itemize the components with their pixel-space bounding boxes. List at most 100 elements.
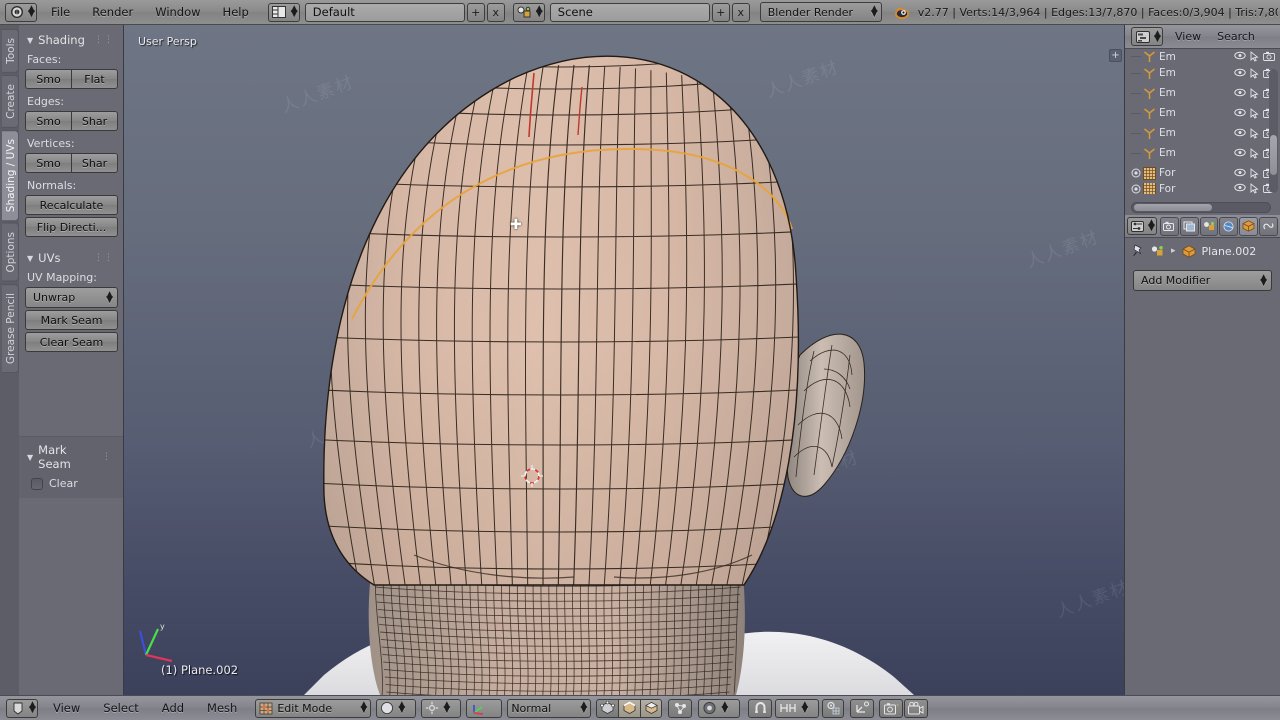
restriction-toggles[interactable] bbox=[1234, 51, 1280, 62]
list-item[interactable]: Em bbox=[1125, 143, 1280, 163]
panel-header-mark-seam[interactable]: ▼ Mark Seam ⋮ bbox=[27, 443, 116, 471]
view3d-editor-type-button[interactable]: ▲ ▼ bbox=[6, 698, 38, 718]
blender-logo-spinner[interactable]: ▲ ▼ bbox=[27, 2, 37, 22]
outliner-menu-search[interactable]: Search bbox=[1210, 28, 1262, 45]
panel-header-shading[interactable]: ▼ Shading ⋮⋮ bbox=[27, 33, 118, 47]
edge-sharp-button[interactable]: Shar bbox=[71, 111, 118, 131]
recalculate-normals-button[interactable]: Recalculate bbox=[25, 195, 118, 215]
pin-icon[interactable] bbox=[1131, 244, 1145, 258]
list-item[interactable]: Em bbox=[1125, 83, 1280, 103]
render-animation-button[interactable] bbox=[904, 698, 929, 718]
properties-tab-constraints[interactable] bbox=[1259, 216, 1278, 236]
cursor-arrow-icon[interactable] bbox=[1250, 67, 1259, 79]
tab-options[interactable]: Options bbox=[2, 222, 19, 282]
eye-icon[interactable] bbox=[1234, 68, 1246, 79]
cursor-arrow-icon[interactable] bbox=[1250, 147, 1259, 159]
menu-help[interactable]: Help bbox=[212, 3, 260, 21]
tab-grease-pencil[interactable]: Grease Pencil bbox=[2, 283, 19, 373]
blender-logo-menu[interactable]: i ▲ ▼ bbox=[5, 2, 37, 22]
add-modifier-dropdown[interactable]: Add Modifier ▲ ▼ bbox=[1133, 270, 1272, 291]
uv-unwrap-dropdown[interactable]: Unwrap ▲ ▼ bbox=[25, 287, 118, 308]
list-item[interactable]: Em bbox=[1125, 50, 1280, 63]
screen-layout-name-field[interactable]: Default bbox=[304, 2, 465, 22]
manipulator-button[interactable] bbox=[850, 698, 875, 718]
view3d-menu-select[interactable]: Select bbox=[92, 698, 149, 718]
view3d-menu-mesh[interactable]: Mesh bbox=[196, 698, 248, 718]
panel-header-uvs[interactable]: ▼ UVs ⋮⋮ bbox=[27, 251, 118, 265]
delete-screen-layout-button[interactable]: x bbox=[486, 2, 505, 22]
properties-editor-type-button[interactable]: ▲ ▼ bbox=[1127, 217, 1157, 236]
3d-viewport[interactable]: 人人素材 人人素材 人人素材 人人素材 人人素材 人人素材 人人素材 bbox=[124, 25, 1124, 695]
view3d-menu-add[interactable]: Add bbox=[151, 698, 195, 718]
tab-tools[interactable]: Tools bbox=[2, 29, 19, 73]
edge-smooth-button[interactable]: Smo bbox=[25, 111, 71, 131]
outliner-horizontal-scrollbar[interactable] bbox=[1131, 202, 1271, 213]
properties-tab-world[interactable] bbox=[1219, 216, 1239, 236]
edge-select-mode-button[interactable] bbox=[618, 698, 641, 718]
tab-create[interactable]: Create bbox=[2, 74, 19, 128]
scrollbar-thumb[interactable] bbox=[1134, 204, 1212, 211]
outliner-editor-type-button[interactable]: ▲ ▼ bbox=[1131, 27, 1163, 46]
view3d-menu-view[interactable]: View bbox=[42, 698, 91, 718]
menu-file[interactable]: File bbox=[40, 3, 81, 21]
eye-icon[interactable] bbox=[1234, 183, 1246, 194]
scene-spinner[interactable]: ▲ ▼ bbox=[534, 2, 545, 22]
eye-icon[interactable] bbox=[1234, 168, 1246, 179]
cursor-arrow-icon[interactable] bbox=[1250, 87, 1259, 99]
transform-orientation-icon-button[interactable] bbox=[466, 698, 503, 718]
clear-seam-button[interactable]: Clear Seam bbox=[25, 332, 118, 352]
properties-tab-render[interactable] bbox=[1160, 216, 1179, 236]
eye-icon[interactable] bbox=[1234, 108, 1246, 119]
screen-layout-spinner[interactable]: ▲ ▼ bbox=[289, 2, 300, 22]
breadcrumb-object-name[interactable]: Plane.002 bbox=[1202, 245, 1257, 258]
face-shade-flat-button[interactable]: Flat bbox=[71, 69, 118, 89]
vertex-select-mode-button[interactable] bbox=[596, 698, 619, 718]
eye-icon[interactable] bbox=[1234, 51, 1246, 62]
menu-window[interactable]: Window bbox=[144, 3, 211, 21]
add-screen-layout-button[interactable]: + bbox=[466, 2, 485, 22]
list-item[interactable]: Em bbox=[1125, 103, 1280, 123]
pivot-point-dropdown[interactable]: ▲ ▼ bbox=[421, 698, 462, 718]
outliner-editor-spinner[interactable]: ▲ ▼ bbox=[1153, 27, 1163, 46]
outliner-menu-view[interactable]: View bbox=[1168, 28, 1208, 45]
scene-name-field[interactable]: Scene bbox=[549, 2, 710, 22]
face-select-mode-button[interactable] bbox=[640, 698, 663, 718]
eye-icon[interactable] bbox=[1234, 148, 1246, 159]
cursor-arrow-icon[interactable] bbox=[1250, 183, 1259, 194]
transform-orientation-dropdown[interactable]: Normal ▲ ▼ bbox=[507, 698, 592, 718]
eye-icon[interactable] bbox=[1234, 128, 1246, 139]
properties-tab-render-layers[interactable] bbox=[1179, 216, 1199, 236]
tab-shading-uvs[interactable]: Shading / UVs bbox=[2, 129, 19, 221]
delete-scene-button[interactable]: x bbox=[731, 2, 750, 22]
mark-seam-button[interactable]: Mark Seam bbox=[25, 310, 118, 330]
cursor-arrow-icon[interactable] bbox=[1250, 167, 1259, 179]
viewport-shading-dropdown[interactable]: ▲ ▼ bbox=[376, 698, 417, 718]
snap-magnet-button[interactable] bbox=[748, 698, 773, 718]
render-still-button[interactable] bbox=[879, 698, 904, 718]
camera-icon[interactable] bbox=[1263, 51, 1275, 62]
add-scene-button[interactable]: + bbox=[711, 2, 730, 22]
expand-toggle-icon[interactable] bbox=[1131, 184, 1141, 194]
cursor-arrow-icon[interactable] bbox=[1250, 127, 1259, 139]
scene-icon[interactable] bbox=[1151, 245, 1165, 257]
vertex-sharp-button[interactable]: Shar bbox=[71, 153, 118, 173]
clear-checkbox[interactable] bbox=[31, 477, 43, 490]
vertex-smooth-button[interactable]: Smo bbox=[25, 153, 71, 173]
render-engine-dropdown[interactable]: Blender Render ▲ ▼ bbox=[759, 2, 882, 22]
cursor-arrow-icon[interactable] bbox=[1250, 51, 1259, 62]
screen-layout-browser[interactable]: ▲ ▼ bbox=[267, 2, 300, 22]
list-item[interactable]: For bbox=[1125, 163, 1280, 183]
properties-editor-spinner[interactable]: ▲ ▼ bbox=[1147, 217, 1157, 235]
viewport-expand-region-button[interactable]: + bbox=[1109, 49, 1122, 62]
proportional-editing-dropdown[interactable]: ▲ ▼ bbox=[698, 698, 741, 718]
list-item[interactable]: Em bbox=[1125, 63, 1280, 83]
scrollbar-thumb[interactable] bbox=[1270, 135, 1277, 175]
clear-checkbox-row[interactable]: Clear bbox=[31, 477, 116, 490]
flip-direction-button[interactable]: Flip Directi... bbox=[25, 217, 118, 237]
face-shade-smooth-button[interactable]: Smo bbox=[25, 69, 71, 89]
outliner-tree[interactable]: Em Em Em Em Em Em For For bbox=[1125, 49, 1280, 215]
limit-selection-visible-button[interactable] bbox=[668, 698, 693, 718]
eye-icon[interactable] bbox=[1234, 88, 1246, 99]
cursor-arrow-icon[interactable] bbox=[1250, 107, 1259, 119]
interaction-mode-dropdown[interactable]: Edit Mode ▲ ▼ bbox=[255, 698, 372, 718]
